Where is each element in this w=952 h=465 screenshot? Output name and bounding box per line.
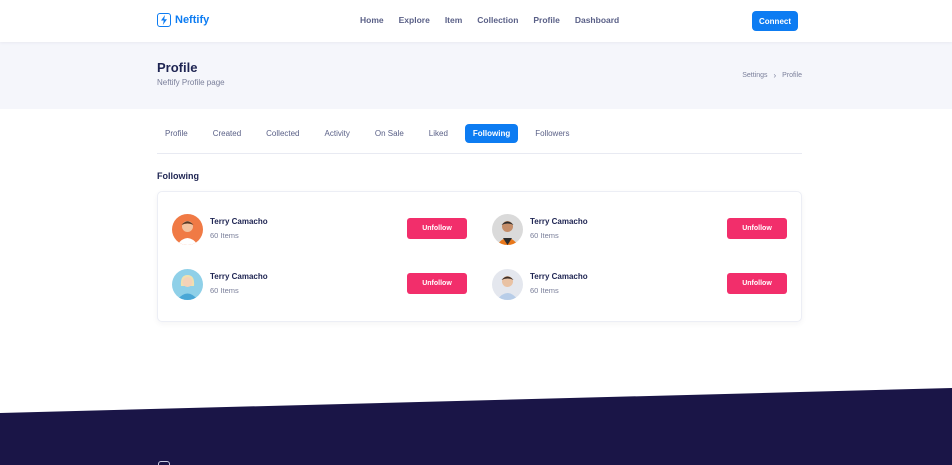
avatar[interactable] — [492, 214, 523, 245]
person-name[interactable]: Terry Camacho — [210, 272, 268, 281]
unfollow-button[interactable]: Unfollow — [727, 218, 787, 239]
breadcrumb-settings[interactable]: Settings — [742, 72, 767, 79]
page-header: Profile Neftify Profile page Settings › … — [0, 42, 952, 109]
footer-logo-icon — [158, 461, 170, 465]
lightning-bolt-icon — [157, 13, 171, 27]
page-subtitle: Neftify Profile page — [157, 78, 225, 87]
person-items-count: 60 Items — [210, 286, 239, 295]
person-items-count: 60 Items — [530, 286, 559, 295]
tab-collected[interactable]: Collected — [258, 124, 307, 143]
unfollow-button[interactable]: Unfollow — [407, 273, 467, 294]
tab-profile[interactable]: Profile — [157, 124, 196, 143]
tab-liked[interactable]: Liked — [421, 124, 456, 143]
following-person: Terry Camacho 60 Items Unfollow — [172, 269, 472, 301]
breadcrumb: Settings › Profile — [742, 71, 802, 80]
avatar[interactable] — [492, 269, 523, 300]
person-items-count: 60 Items — [210, 231, 239, 240]
following-person: Terry Camacho 60 Items Unfollow — [172, 214, 472, 246]
page-title: Profile — [157, 60, 198, 75]
following-card: Terry Camacho 60 Items Unfollow Terry Ca… — [157, 191, 802, 322]
brand-logo[interactable]: Neftify — [157, 13, 209, 27]
tab-created[interactable]: Created — [205, 124, 249, 143]
profile-tabs: Profile Created Collected Activity On Sa… — [157, 124, 802, 154]
following-person: Terry Camacho 60 Items Unfollow — [492, 269, 792, 301]
tab-followers[interactable]: Followers — [527, 124, 577, 143]
nav-collection[interactable]: Collection — [477, 15, 518, 25]
connect-button[interactable]: Connect — [752, 11, 798, 31]
nav-profile[interactable]: Profile — [533, 15, 559, 25]
main-nav: Home Explore Item Collection Profile Das… — [360, 15, 634, 25]
chevron-right-icon: › — [773, 71, 777, 80]
tab-on-sale[interactable]: On Sale — [367, 124, 412, 143]
footer-background — [0, 388, 952, 465]
nav-home[interactable]: Home — [360, 15, 384, 25]
person-items-count: 60 Items — [530, 231, 559, 240]
avatar[interactable] — [172, 214, 203, 245]
person-name[interactable]: Terry Camacho — [210, 217, 268, 226]
nav-dashboard[interactable]: Dashboard — [575, 15, 619, 25]
unfollow-button[interactable]: Unfollow — [407, 218, 467, 239]
person-name[interactable]: Terry Camacho — [530, 272, 588, 281]
brand-name: Neftify — [175, 14, 210, 26]
following-person: Terry Camacho 60 Items Unfollow — [492, 214, 792, 246]
nav-explore[interactable]: Explore — [399, 15, 430, 25]
unfollow-button[interactable]: Unfollow — [727, 273, 787, 294]
avatar[interactable] — [172, 269, 203, 300]
tab-activity[interactable]: Activity — [317, 124, 358, 143]
top-navbar: Neftify Home Explore Item Collection Pro… — [0, 0, 952, 42]
following-section-title: Following — [157, 171, 199, 181]
tab-following[interactable]: Following — [464, 124, 519, 143]
breadcrumb-profile: Profile — [782, 72, 802, 79]
person-name[interactable]: Terry Camacho — [530, 217, 588, 226]
nav-item[interactable]: Item — [445, 15, 462, 25]
